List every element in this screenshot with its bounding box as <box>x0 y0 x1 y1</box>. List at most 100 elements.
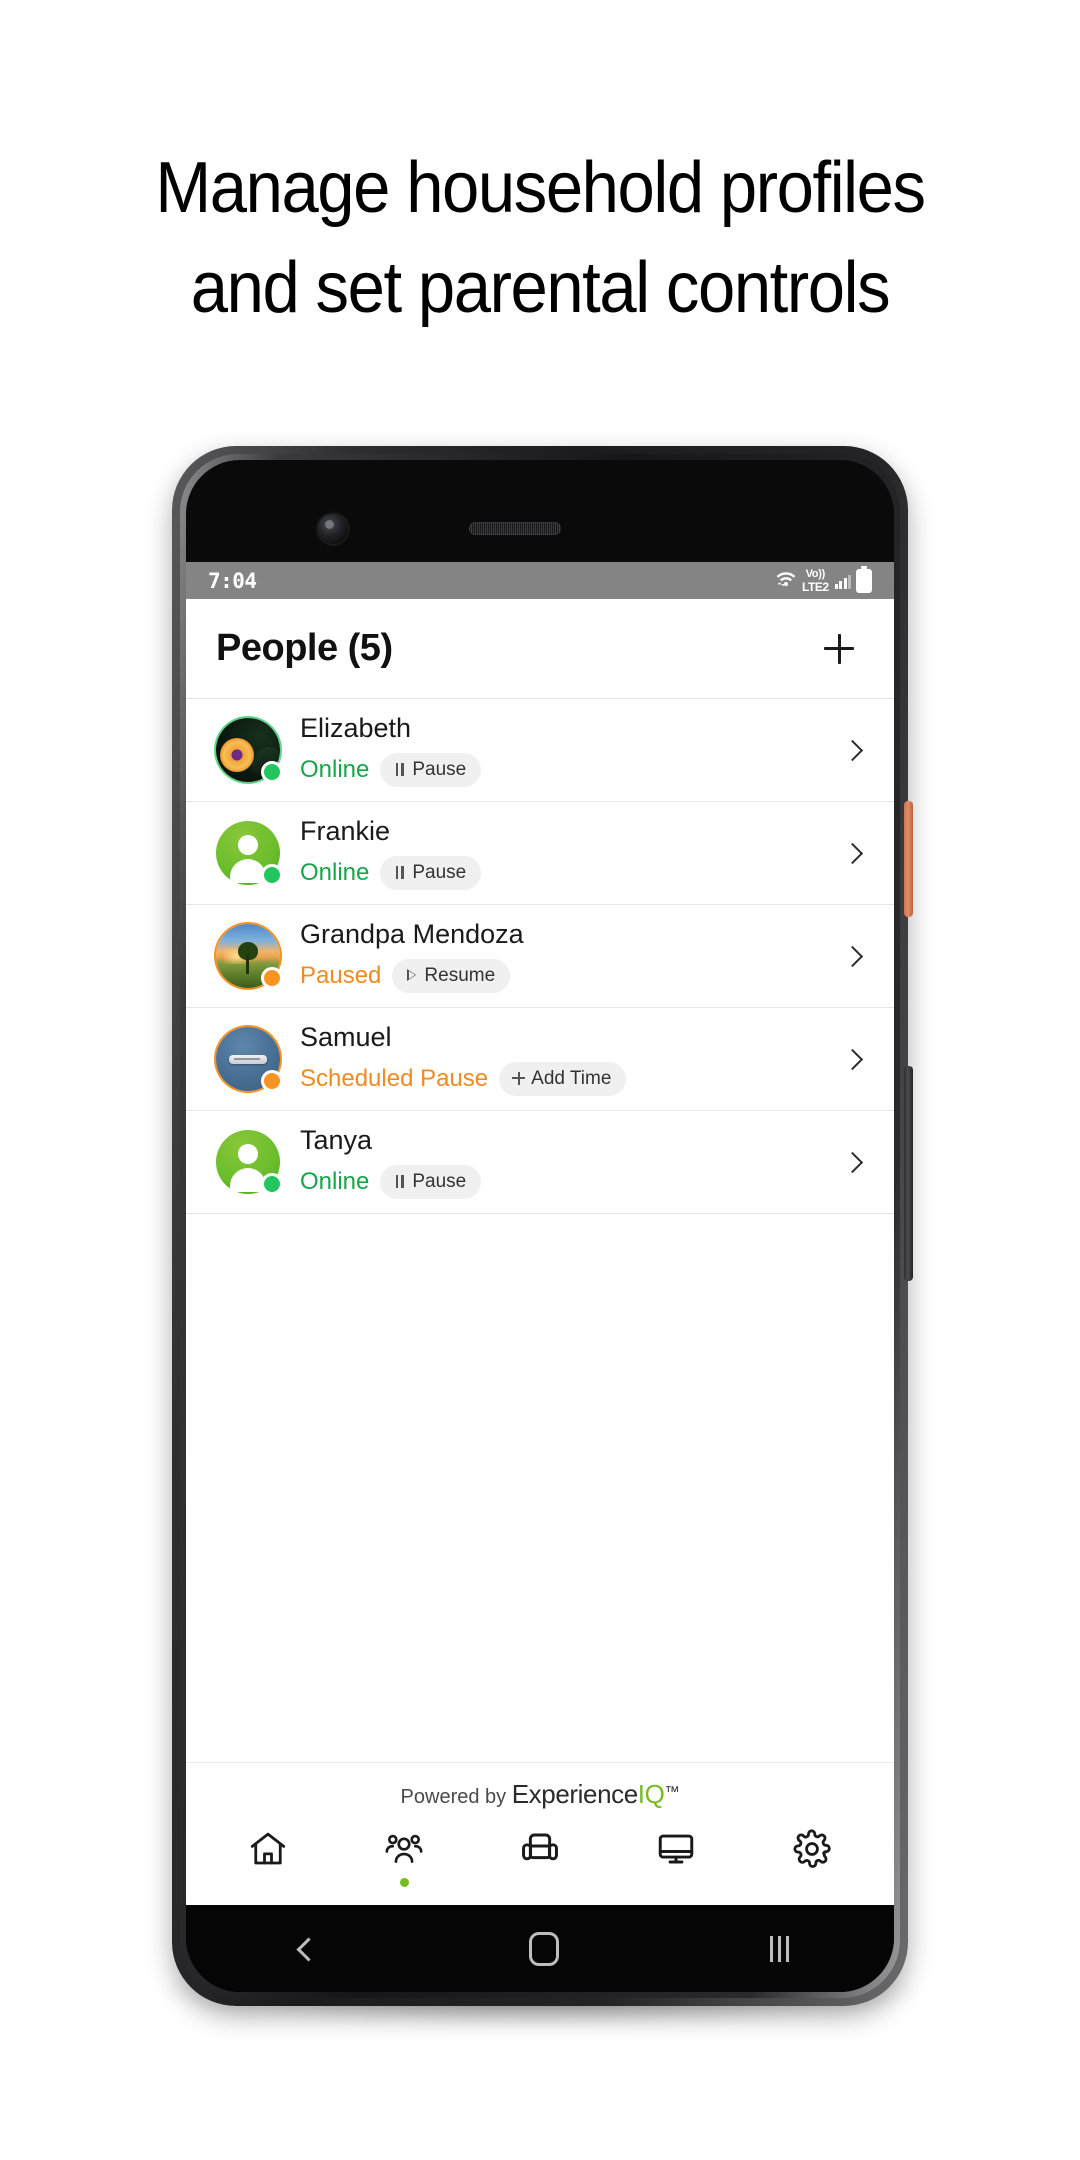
table-row[interactable]: Grandpa Mendoza Paused Resume <box>186 904 894 1007</box>
tab-active-indicator <box>672 1878 681 1887</box>
tab-active-indicator <box>808 1878 817 1887</box>
action-chip-label: Pause <box>412 758 467 780</box>
add-person-button[interactable] <box>816 626 862 672</box>
action-chip-label: Pause <box>412 1170 467 1192</box>
person-info: Tanya Online Pause <box>300 1125 832 1199</box>
person-status-row: Online Pause <box>300 752 832 787</box>
status-dot-online <box>261 864 283 886</box>
headline-line-1: Manage household profiles <box>155 148 926 228</box>
person-status-row: Paused Resume <box>300 958 832 993</box>
home-circle-icon[interactable] <box>528 1931 559 1966</box>
tab-people[interactable] <box>356 1828 452 1887</box>
back-chevron-icon[interactable] <box>292 1936 318 1962</box>
page-headline: Manage household profiles and set parent… <box>38 138 1042 338</box>
tab-active-indicator <box>536 1878 545 1887</box>
action-chip-label: Resume <box>424 964 496 986</box>
table-row[interactable]: Samuel Scheduled Pause Add Time <box>186 1007 894 1110</box>
table-row[interactable]: Elizabeth Online Pause <box>186 698 894 801</box>
tab-devices[interactable] <box>628 1828 724 1887</box>
brand-name: Experience <box>511 1779 638 1809</box>
status-time: 7:04 <box>208 568 257 593</box>
person-status-row: Online Pause <box>300 1164 832 1199</box>
armchair-icon <box>519 1828 561 1870</box>
wifi-icon <box>775 569 797 592</box>
chevron-right-icon[interactable] <box>842 945 864 967</box>
brand-accent: IQ <box>637 1779 665 1809</box>
list-divider <box>186 1213 894 1214</box>
person-status-row: Online Pause <box>300 855 832 890</box>
avatar <box>216 1130 283 1195</box>
monitor-icon <box>655 1828 697 1870</box>
earpiece-speaker-icon <box>469 522 561 535</box>
volte-indicator: Vo)) LTE2 <box>802 567 829 594</box>
avatar <box>216 821 283 886</box>
app-footer: Powered by ExperienceIQ™ <box>186 1762 894 1905</box>
tab-active-indicator <box>399 1878 409 1887</box>
battery-full-icon <box>856 565 872 593</box>
status-bar: 7:04 Vo)) LTE2 <box>186 562 894 599</box>
gear-icon <box>791 1828 833 1870</box>
tab-settings[interactable] <box>764 1828 860 1887</box>
app-viewport: 7:04 Vo)) LTE2 People (5) Elizabeth Onli… <box>186 562 894 1905</box>
status-dot-online <box>261 761 283 783</box>
chevron-right-icon[interactable] <box>842 739 864 761</box>
pause-icon <box>393 762 406 776</box>
person-info: Grandpa Mendoza Paused Resume <box>300 919 832 993</box>
chevron-right-icon[interactable] <box>842 842 864 864</box>
home-icon <box>247 1828 289 1870</box>
person-name: Grandpa Mendoza <box>300 919 524 950</box>
person-info: Frankie Online Pause <box>300 816 832 890</box>
play-icon <box>405 968 418 982</box>
person-info: Elizabeth Online Pause <box>300 713 832 787</box>
powered-by-brand: Powered by ExperienceIQ™ <box>186 1763 894 1822</box>
avatar <box>216 924 283 989</box>
resume-chip-button[interactable]: Resume <box>392 958 511 993</box>
person-name: Frankie <box>300 816 391 847</box>
phone-device: 7:04 Vo)) LTE2 People (5) Elizabeth Onli… <box>172 446 913 2006</box>
power-button[interactable] <box>904 801 913 917</box>
trademark-symbol: ™ <box>664 1783 680 1801</box>
status-icons: Vo)) LTE2 <box>775 565 872 594</box>
phone-screen: 7:04 Vo)) LTE2 People (5) Elizabeth Onli… <box>186 460 894 1992</box>
avatar <box>216 1027 283 1092</box>
status-dot-paused <box>261 1070 283 1092</box>
powered-by-label: Powered by <box>400 1786 512 1808</box>
app-header: People (5) <box>186 599 894 698</box>
table-row[interactable]: Tanya Online Pause <box>186 1110 894 1213</box>
chevron-right-icon[interactable] <box>842 1048 864 1070</box>
add-time-chip-button[interactable]: Add Time <box>499 1061 627 1096</box>
people-list: Elizabeth Online Pause Frankie Online Pa… <box>186 698 894 1214</box>
person-status: Paused <box>300 961 382 989</box>
action-chip-label: Add Time <box>531 1067 612 1089</box>
table-row[interactable]: Frankie Online Pause <box>186 801 894 904</box>
pause-icon <box>393 1174 406 1188</box>
pause-chip-button[interactable]: Pause <box>380 752 482 787</box>
tab-places[interactable] <box>492 1828 588 1887</box>
person-info: Samuel Scheduled Pause Add Time <box>300 1022 832 1096</box>
bottom-tab-bar <box>186 1822 894 1905</box>
pause-chip-button[interactable]: Pause <box>380 1164 482 1199</box>
plus-icon <box>512 1071 526 1085</box>
person-status: Scheduled Pause <box>300 1064 489 1092</box>
android-navigation-bar <box>186 1905 894 1992</box>
pause-chip-button[interactable]: Pause <box>380 855 482 890</box>
action-chip-label: Pause <box>412 861 467 883</box>
status-dot-online <box>261 1173 283 1195</box>
tab-home[interactable] <box>220 1828 316 1887</box>
chevron-right-icon[interactable] <box>842 1151 864 1173</box>
pause-icon <box>393 865 406 879</box>
volume-rocker[interactable] <box>904 1066 913 1281</box>
person-status: Online <box>300 858 370 886</box>
front-camera-icon <box>318 514 348 544</box>
person-name: Elizabeth <box>300 713 412 744</box>
headline-line-2: and set parental controls <box>190 248 891 328</box>
avatar <box>216 718 283 783</box>
person-status: Online <box>300 1167 370 1195</box>
status-dot-paused <box>261 967 283 989</box>
person-status-row: Scheduled Pause Add Time <box>300 1061 832 1096</box>
person-name: Tanya <box>300 1125 373 1156</box>
page-title: People (5) <box>216 627 393 669</box>
recents-bars-icon[interactable] <box>769 1935 789 1962</box>
people-icon <box>383 1828 425 1870</box>
person-name: Samuel <box>300 1022 392 1053</box>
